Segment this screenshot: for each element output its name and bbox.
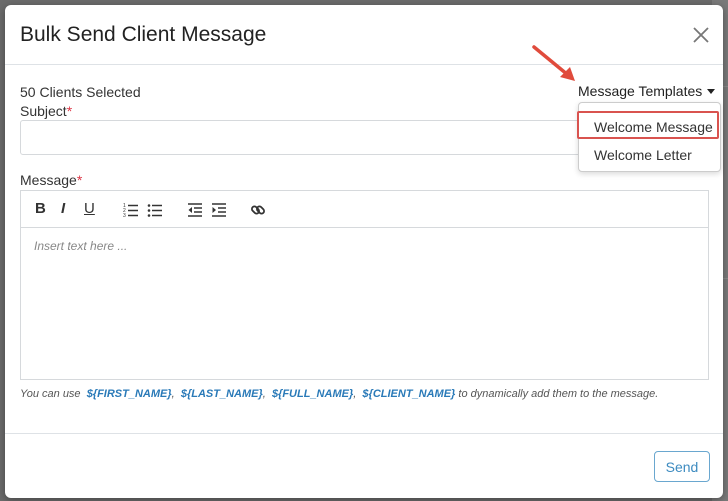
var-full-name: ${FULL_NAME}: [271, 388, 354, 400]
template-welcome-message[interactable]: Welcome Message: [579, 119, 720, 135]
editor-body[interactable]: Insert text here ...: [21, 229, 708, 379]
editor-toolbar: B I U 1 2 3: [21, 191, 708, 228]
modal-footer: Send: [5, 433, 723, 498]
var-client-name: ${CLIENT_NAME}: [362, 388, 456, 400]
close-icon[interactable]: [691, 25, 711, 45]
send-button[interactable]: Send: [654, 451, 710, 482]
bold-icon[interactable]: B: [35, 200, 46, 217]
var-first-name: ${FIRST_NAME}: [86, 388, 172, 400]
message-templates-toggle[interactable]: Message Templates: [578, 83, 716, 99]
modal-header: Bulk Send Client Message: [5, 5, 723, 65]
message-label: Message*: [20, 172, 83, 188]
subject-label: Subject*: [20, 103, 73, 119]
selected-count: 50 Clients Selected: [20, 84, 141, 100]
message-editor: B I U 1 2 3 Insert text here ...: [20, 190, 709, 380]
bulk-send-modal: Bulk Send Client Message 50 Clients Sele…: [5, 5, 723, 498]
link-icon[interactable]: [250, 202, 266, 218]
underline-icon[interactable]: U: [84, 200, 95, 217]
italic-icon[interactable]: I: [61, 200, 65, 217]
unordered-list-icon[interactable]: [147, 202, 163, 218]
variable-hint: You can use ${FIRST_NAME}, ${LAST_NAME},…: [20, 388, 659, 400]
templates-dropdown: Welcome Message Welcome Letter: [578, 102, 721, 172]
outdent-icon[interactable]: [187, 202, 203, 218]
ordered-list-icon[interactable]: 1 2 3: [123, 202, 139, 218]
template-welcome-letter[interactable]: Welcome Letter: [579, 147, 720, 163]
var-last-name: ${LAST_NAME}: [180, 388, 263, 400]
svg-text:3: 3: [123, 213, 126, 218]
indent-icon[interactable]: [211, 202, 227, 218]
modal-title: Bulk Send Client Message: [20, 23, 267, 46]
caret-down-icon: [707, 89, 716, 94]
